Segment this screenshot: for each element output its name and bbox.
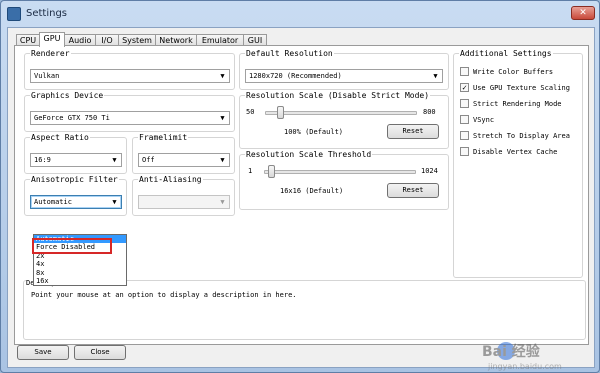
renderer-group: Renderer Vulkan ▼	[24, 49, 235, 90]
graphics-device-value: GeForce GTX 750 Ti	[34, 114, 110, 122]
default-resolution-combo[interactable]: 1280x720 (Recommended) ▼	[245, 69, 443, 83]
anisotropic-filter-label: Anisotropic Filter	[30, 175, 119, 184]
dropdown-option[interactable]: 8x	[34, 269, 126, 277]
checkbox[interactable]: ✓	[460, 83, 469, 92]
aspect-ratio-combo[interactable]: 16:9 ▼	[30, 153, 122, 167]
renderer-value: Vulkan	[34, 72, 60, 80]
resolution-scale-track[interactable]	[265, 111, 417, 115]
checkbox-label: Disable Vertex Cache	[473, 148, 558, 156]
chevron-down-icon: ▼	[220, 156, 225, 164]
checkbox[interactable]	[460, 131, 469, 140]
anisotropic-filter-group: Anisotropic Filter Automatic ▼	[24, 175, 127, 216]
chevron-down-icon: ▼	[220, 198, 225, 206]
resolution-threshold-track[interactable]	[264, 170, 416, 174]
framelimit-group: Framelimit Off ▼	[132, 133, 235, 174]
anisotropic-filter-value: Automatic	[34, 198, 72, 206]
resolution-scale-max: 800	[423, 108, 436, 116]
framelimit-label: Framelimit	[138, 133, 189, 142]
resolution-scale-value: 100% (Default)	[284, 128, 344, 136]
description-group: Description Point your mouse at an optio…	[23, 279, 586, 340]
chevron-down-icon: ▼	[220, 72, 225, 80]
resolution-threshold-group: Resolution Scale Threshold 1 1024 16x16 …	[239, 150, 449, 210]
description-text: Point your mouse at an option to display…	[31, 291, 297, 299]
renderer-combo[interactable]: Vulkan ▼	[30, 69, 230, 83]
checkbox-label: Write Color Buffers	[473, 68, 554, 76]
checkbox[interactable]	[460, 67, 469, 76]
resolution-scale-group: Resolution Scale (Disable Strict Mode) 5…	[239, 91, 449, 149]
default-resolution-label: Default Resolution	[245, 49, 334, 58]
graphics-device-label: Graphics Device	[30, 91, 105, 100]
resolution-scale-reset-button[interactable]: Reset	[387, 124, 439, 139]
resolution-threshold-min: 1	[248, 167, 253, 175]
chevron-down-icon: ▼	[112, 198, 117, 206]
checkbox-label: Stretch To Display Area	[473, 132, 570, 140]
chevron-down-icon: ▼	[433, 72, 438, 80]
save-button[interactable]: Save	[17, 345, 69, 360]
resolution-scale-min: 50	[246, 108, 255, 116]
resolution-threshold-reset-button[interactable]: Reset	[387, 183, 439, 198]
chevron-down-icon: ▼	[112, 156, 117, 164]
dropdown-option[interactable]: 4x	[34, 260, 126, 268]
default-resolution-value: 1280x720 (Recommended)	[249, 72, 342, 80]
graphics-device-group: Graphics Device GeForce GTX 750 Ti ▼	[24, 91, 235, 132]
checkbox-label: Use GPU Texture Scaling	[473, 84, 570, 92]
checkbox-label: Strict Rendering Mode	[473, 100, 562, 108]
resolution-threshold-label: Resolution Scale Threshold	[245, 150, 373, 159]
checkbox[interactable]	[460, 99, 469, 108]
default-resolution-group: Default Resolution 1280x720 (Recommended…	[239, 49, 449, 90]
resolution-threshold-thumb[interactable]	[268, 165, 276, 178]
close-button[interactable]: Close	[74, 345, 126, 360]
window-title: Settings	[26, 8, 68, 19]
settings-window: Settings ✕ CPU GPU Audio I/O System Netw…	[0, 0, 600, 373]
anti-aliasing-label: Anti-Aliasing	[138, 175, 203, 184]
checkbox[interactable]	[460, 115, 469, 124]
framelimit-value: Off	[142, 156, 155, 164]
anisotropic-filter-combo[interactable]: Automatic ▼	[30, 195, 122, 209]
watermark-subtext: jingyan.baidu.com	[487, 362, 562, 371]
app-icon	[7, 7, 21, 21]
resolution-scale-thumb[interactable]	[276, 106, 284, 119]
resolution-threshold-value: 16x16 (Default)	[280, 187, 344, 195]
aspect-ratio-group: Aspect Ratio 16:9 ▼	[24, 133, 127, 174]
resolution-threshold-max: 1024	[421, 167, 438, 175]
anti-aliasing-group: Anti-Aliasing ▼	[132, 175, 235, 216]
framelimit-combo[interactable]: Off ▼	[138, 153, 230, 167]
renderer-label: Renderer	[30, 49, 71, 58]
window-close-button[interactable]: ✕	[571, 6, 595, 20]
annotation-highlight-box	[32, 238, 112, 254]
anti-aliasing-combo[interactable]: ▼	[138, 195, 230, 209]
checkbox-label: VSync	[473, 116, 495, 124]
client-area: CPU GPU Audio I/O System Network Emulato…	[7, 27, 595, 371]
dropdown-option[interactable]: 16x	[34, 277, 126, 285]
checkbox[interactable]	[460, 147, 469, 156]
additional-settings-label: Additional Settings	[459, 49, 553, 58]
aspect-ratio-value: 16:9	[34, 156, 51, 164]
chevron-down-icon: ▼	[220, 114, 225, 122]
resolution-scale-label: Resolution Scale (Disable Strict Mode)	[245, 91, 431, 100]
additional-settings-group: Additional Settings Write Color Buffers ✓…	[453, 49, 583, 278]
gpu-tab-panel: Renderer Vulkan ▼ Graphics Device GeForc…	[14, 45, 589, 345]
watermark-text: Bai 经验	[482, 343, 541, 360]
title-bar[interactable]: Settings ✕	[1, 1, 600, 27]
baidu-watermark: Bai 经验 jingyan.baidu.com	[482, 342, 562, 371]
aspect-ratio-label: Aspect Ratio	[30, 133, 90, 142]
tab-gpu[interactable]: GPU	[39, 32, 65, 47]
graphics-device-combo[interactable]: GeForce GTX 750 Ti ▼	[30, 111, 230, 125]
